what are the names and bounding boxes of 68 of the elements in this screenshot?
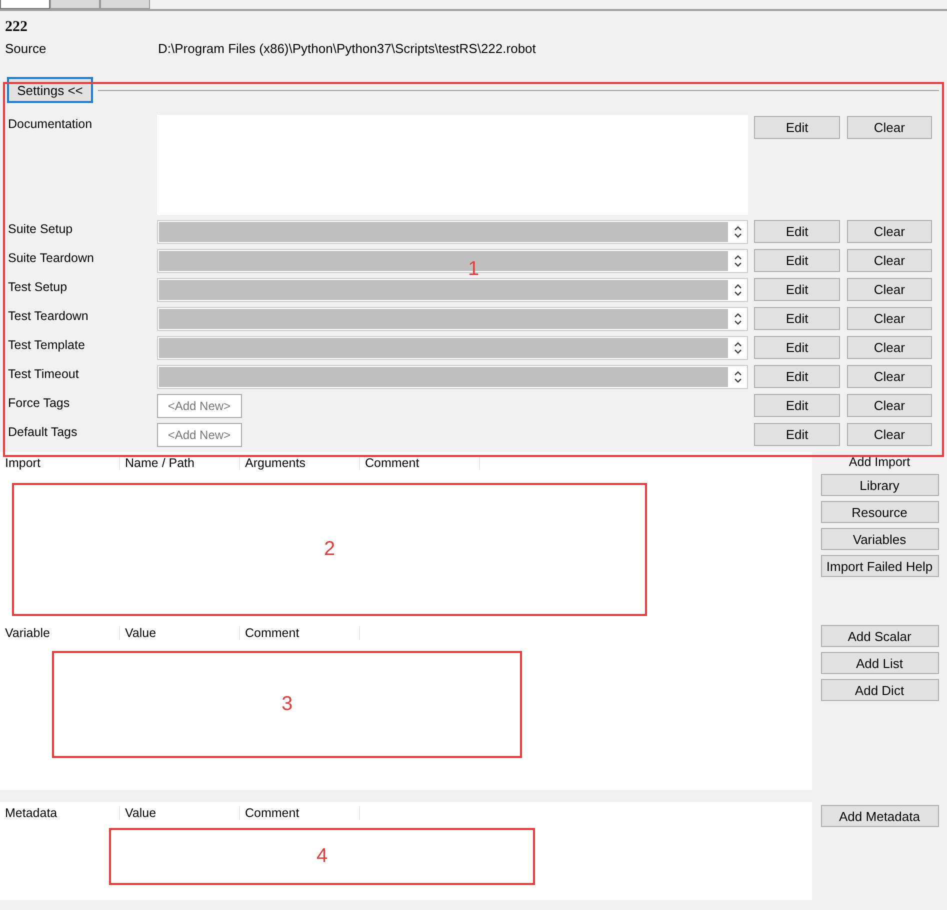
source-label: Source <box>5 41 48 57</box>
annotation-number: 1 <box>468 258 480 281</box>
setting-combo-field[interactable] <box>156 249 748 273</box>
annotation-number: 4 <box>316 845 328 868</box>
clear-button[interactable]: Clear <box>846 394 932 417</box>
column-header: Metadata <box>0 806 120 820</box>
add-button[interactable]: Add Dict <box>820 679 938 701</box>
setting-label: Test Template <box>8 337 86 352</box>
column-header: Comment <box>240 626 360 640</box>
clear-button[interactable]: Clear <box>846 220 932 243</box>
add-button[interactable]: Import Failed Help <box>820 555 938 577</box>
clear-button[interactable]: Clear <box>846 365 932 388</box>
setting-label: Suite Teardown <box>8 250 95 265</box>
add-tag-button[interactable]: <Add New> <box>156 394 242 418</box>
edit-button[interactable]: Edit <box>754 116 840 139</box>
annotation-number: 2 <box>324 538 336 561</box>
edit-button[interactable]: Edit <box>754 423 840 446</box>
edit-button[interactable]: Edit <box>754 249 840 272</box>
column-header: Name / Path <box>120 456 240 470</box>
clear-button[interactable]: Clear <box>846 423 932 446</box>
edit-button[interactable]: Edit <box>754 220 840 243</box>
spinner-arrows-icon[interactable] <box>733 282 744 298</box>
setting-combo-field[interactable] <box>156 220 748 244</box>
column-header: Value <box>120 806 240 820</box>
setting-label: Force Tags <box>8 395 71 410</box>
clear-button[interactable]: Clear <box>846 336 932 359</box>
add-button[interactable]: Add Scalar <box>820 625 938 647</box>
column-header: Comment <box>360 456 480 470</box>
source-path: D:\Program Files (x86)\Python\Python37\Scripts\testRS\222.robot <box>158 41 536 57</box>
settings-toggle-button[interactable]: Settings << <box>7 77 93 103</box>
clear-button[interactable]: Clear <box>846 307 932 330</box>
column-header: Arguments <box>240 456 360 470</box>
spinner-arrows-icon[interactable] <box>733 253 744 269</box>
edit-button[interactable]: Edit <box>754 336 840 359</box>
suite-title: 222 <box>4 18 28 35</box>
spinner-arrows-icon[interactable] <box>733 369 744 385</box>
edit-button[interactable]: Edit <box>754 365 840 388</box>
setting-label: Test Setup <box>8 279 68 294</box>
setting-combo-field[interactable] <box>156 307 748 331</box>
add-button[interactable]: Resource <box>820 501 938 523</box>
setting-combo-field[interactable] <box>156 278 748 302</box>
column-header: Value <box>120 626 240 640</box>
add-button[interactable]: Variables <box>820 528 938 550</box>
spinner-arrows-icon[interactable] <box>733 340 744 356</box>
clear-button[interactable]: Clear <box>846 116 932 139</box>
column-header: Comment <box>240 806 360 820</box>
spinner-arrows-icon[interactable] <box>733 224 744 240</box>
edit-button[interactable]: Edit <box>754 307 840 330</box>
add-button[interactable]: Add Metadata <box>820 805 938 827</box>
clear-button[interactable]: Clear <box>846 249 932 272</box>
setting-label: Test Teardown <box>8 308 90 323</box>
column-header: Import <box>0 456 120 470</box>
setting-label: Test Timeout <box>8 366 80 381</box>
spinner-arrows-icon[interactable] <box>733 311 744 327</box>
setting-combo-field[interactable] <box>156 336 748 360</box>
column-header: Variable <box>0 626 120 640</box>
setting-label: Documentation <box>8 116 94 131</box>
add-tag-button[interactable]: <Add New> <box>156 423 242 447</box>
setting-label: Default Tags <box>8 424 78 439</box>
annotation-number: 3 <box>281 693 293 716</box>
edit-button[interactable]: Edit <box>754 394 840 417</box>
clear-button[interactable]: Clear <box>846 278 932 301</box>
add-button[interactable]: Add List <box>820 652 938 674</box>
edit-button[interactable]: Edit <box>754 278 840 301</box>
add-import-label: Add Import <box>848 455 910 469</box>
add-button[interactable]: Library <box>820 474 938 496</box>
setting-label: Suite Setup <box>8 221 74 236</box>
setting-combo-field[interactable] <box>156 365 748 389</box>
